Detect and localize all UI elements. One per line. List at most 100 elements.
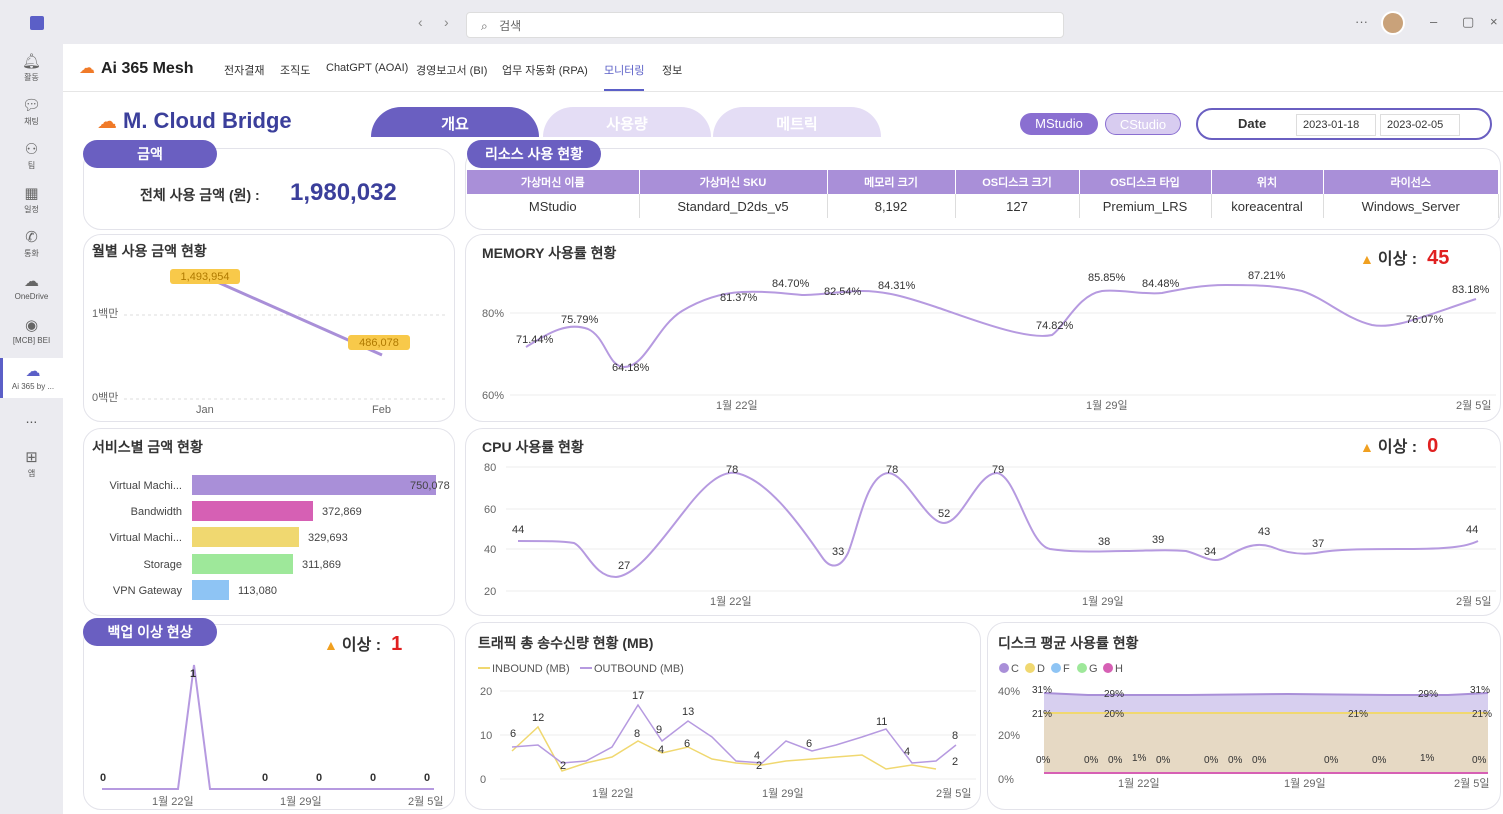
- data-label: 0%: [1324, 755, 1339, 766]
- y-tick: 0: [480, 774, 486, 786]
- data-label: 21%: [1348, 709, 1368, 720]
- avatar[interactable]: [1381, 11, 1405, 35]
- close-button[interactable]: ×: [1490, 14, 1498, 29]
- series-line: [525, 283, 1477, 369]
- data-label: 0%: [1084, 755, 1099, 766]
- data-label: 2: [952, 756, 958, 768]
- data-label: 29%: [1418, 689, 1438, 700]
- calendar-icon: ▦: [24, 185, 39, 202]
- category-label: Virtual Machi...: [109, 480, 182, 492]
- data-label: 13: [682, 706, 694, 718]
- col-vm-sku[interactable]: 가상머신 SKU: [639, 170, 828, 194]
- app-window: ‹ › ⌕ 검색 ··· – ▢ × 🔔︎ 활동 💬︎ 채팅 ⚇ 팀 ▦ 일정 ✆ 통화 …: [0, 0, 1503, 814]
- data-label: 0: [262, 772, 268, 784]
- rail-label: 팀: [27, 161, 36, 170]
- title-bar: ‹ › ⌕ 검색 ··· – ▢ ×: [0, 0, 1503, 44]
- more-button[interactable]: ···: [1355, 14, 1368, 29]
- col-memory[interactable]: 메모리 크기: [827, 170, 956, 194]
- data-label: 17: [632, 690, 644, 702]
- memory-chart: 80% 60% 1월 22일 1월 29일 2월 5일 71.44% 75.79…: [482, 270, 1496, 412]
- restore-button[interactable]: ▢: [1462, 14, 1474, 30]
- cell-memory: 8,192: [827, 194, 956, 218]
- data-label: 82.54%: [824, 286, 862, 298]
- category-label: Virtual Machi...: [109, 532, 182, 544]
- date-to-input[interactable]: 2023-02-05: [1380, 114, 1460, 136]
- rail-label: [MCB] BEI: [12, 336, 51, 345]
- mstudio-pill[interactable]: MStudio: [1020, 113, 1098, 135]
- data-label: 0: [316, 772, 322, 784]
- forward-button[interactable]: ›: [444, 14, 449, 30]
- data-label: 71.44%: [516, 334, 554, 346]
- rail-item-activity[interactable]: 🔔︎ 활동: [0, 52, 63, 83]
- cloud-logo-icon: ☁︎: [79, 60, 95, 77]
- add-app-icon: ⊞: [25, 449, 38, 466]
- data-label: 0%: [1228, 755, 1243, 766]
- rail-label: Ai 365 by ...: [11, 382, 55, 391]
- data-label: 21%: [1032, 709, 1052, 720]
- rail-item-apps[interactable]: ⊞ 앱: [0, 448, 63, 479]
- data-label: 329,693: [308, 532, 348, 544]
- rail-item-calendar[interactable]: ▦ 일정: [0, 184, 63, 215]
- back-button[interactable]: ‹: [418, 14, 423, 30]
- y-tick: 80: [484, 462, 496, 474]
- minimize-button[interactable]: –: [1430, 14, 1437, 29]
- bell-icon: 🔔︎: [21, 53, 42, 70]
- services-card: 서비스별 금액 현황 Virtual Machi... Bandwidth Vi…: [83, 428, 455, 616]
- data-label: 6: [806, 738, 812, 750]
- x-tick: 2월 5일: [1456, 398, 1492, 412]
- data-label: 29%: [1104, 689, 1124, 700]
- x-tick: 1월 22일: [1118, 776, 1160, 790]
- col-license[interactable]: 라이선스: [1323, 170, 1499, 194]
- cost-badge: 금액: [83, 140, 217, 168]
- data-label: 87.21%: [1248, 270, 1286, 282]
- cstudio-pill[interactable]: CStudio: [1105, 113, 1181, 135]
- tab-monitoring[interactable]: 모니터링: [604, 62, 645, 91]
- rail-label: 앱: [27, 469, 36, 478]
- tab-org-chart[interactable]: 조직도: [280, 62, 310, 78]
- tab-usage[interactable]: 사용량: [543, 107, 711, 137]
- data-label: 43: [1258, 526, 1270, 538]
- rail-item-ai365[interactable]: ☁︎ Ai 365 by ...: [0, 358, 63, 398]
- col-os-disk-size[interactable]: OS디스크 크기: [955, 170, 1080, 194]
- x-tick: 2월 5일: [1456, 594, 1492, 608]
- category-label: Storage: [143, 559, 182, 571]
- tab-chatgpt[interactable]: ChatGPT (AOAI): [326, 62, 408, 74]
- backup-card: ▲ 이상 :1 0 1 0 0 0 0 1월 22일 1월 29일 2월 5일: [83, 624, 455, 810]
- data-label: 372,869: [322, 506, 362, 518]
- data-label: 6: [510, 728, 516, 740]
- data-label: 27: [618, 560, 630, 572]
- search-input[interactable]: ⌕ 검색: [466, 12, 1064, 38]
- legend-item: INBOUND (MB): [492, 663, 570, 675]
- col-os-disk-type[interactable]: OS디스크 타입: [1079, 170, 1212, 194]
- x-tick: 1월 22일: [710, 594, 752, 608]
- rail-item-calls[interactable]: ✆ 통화: [0, 228, 63, 259]
- tab-bi-report[interactable]: 경영보고서 (BI): [416, 62, 487, 78]
- data-label: 84.31%: [878, 280, 916, 292]
- rail-item-mcb[interactable]: ◉ [MCB] BEI: [0, 316, 63, 345]
- y-tick: 1백만: [92, 307, 118, 320]
- data-label: 31%: [1032, 685, 1052, 696]
- rail-item-more[interactable]: ...: [0, 410, 63, 426]
- bar-bandwidth: [192, 501, 313, 521]
- rail-item-onedrive[interactable]: ☁︎ OneDrive: [0, 272, 63, 301]
- app-logo[interactable]: ☁︎ Ai 365 Mesh: [79, 58, 193, 78]
- col-location[interactable]: 위치: [1211, 170, 1324, 194]
- data-label: 84.48%: [1142, 278, 1180, 290]
- rail-item-team[interactable]: ⚇ 팀: [0, 140, 63, 171]
- services-chart: Virtual Machi... Bandwidth Virtual Machi…: [109, 475, 450, 600]
- data-label: 64.18%: [612, 362, 650, 374]
- legend-item: H: [1115, 663, 1123, 675]
- data-label: 1%: [1132, 753, 1147, 764]
- tab-overview[interactable]: 개요: [371, 107, 539, 137]
- tab-rpa[interactable]: 업무 자동화 (RPA): [502, 62, 588, 78]
- tab-metrics[interactable]: 메트릭: [713, 107, 881, 137]
- tab-approval[interactable]: 전자결재: [224, 62, 264, 78]
- rail-item-chat[interactable]: 💬︎ 채팅: [0, 96, 63, 127]
- chat-icon: 💬︎: [21, 97, 42, 114]
- tab-info[interactable]: 정보: [662, 62, 682, 78]
- data-label: 83.18%: [1452, 284, 1490, 296]
- date-from-input[interactable]: 2023-01-18: [1296, 114, 1376, 136]
- data-label: 38: [1098, 536, 1110, 548]
- col-vm-name[interactable]: 가상머신 이름: [467, 170, 640, 194]
- globe-icon: ◉: [24, 317, 39, 334]
